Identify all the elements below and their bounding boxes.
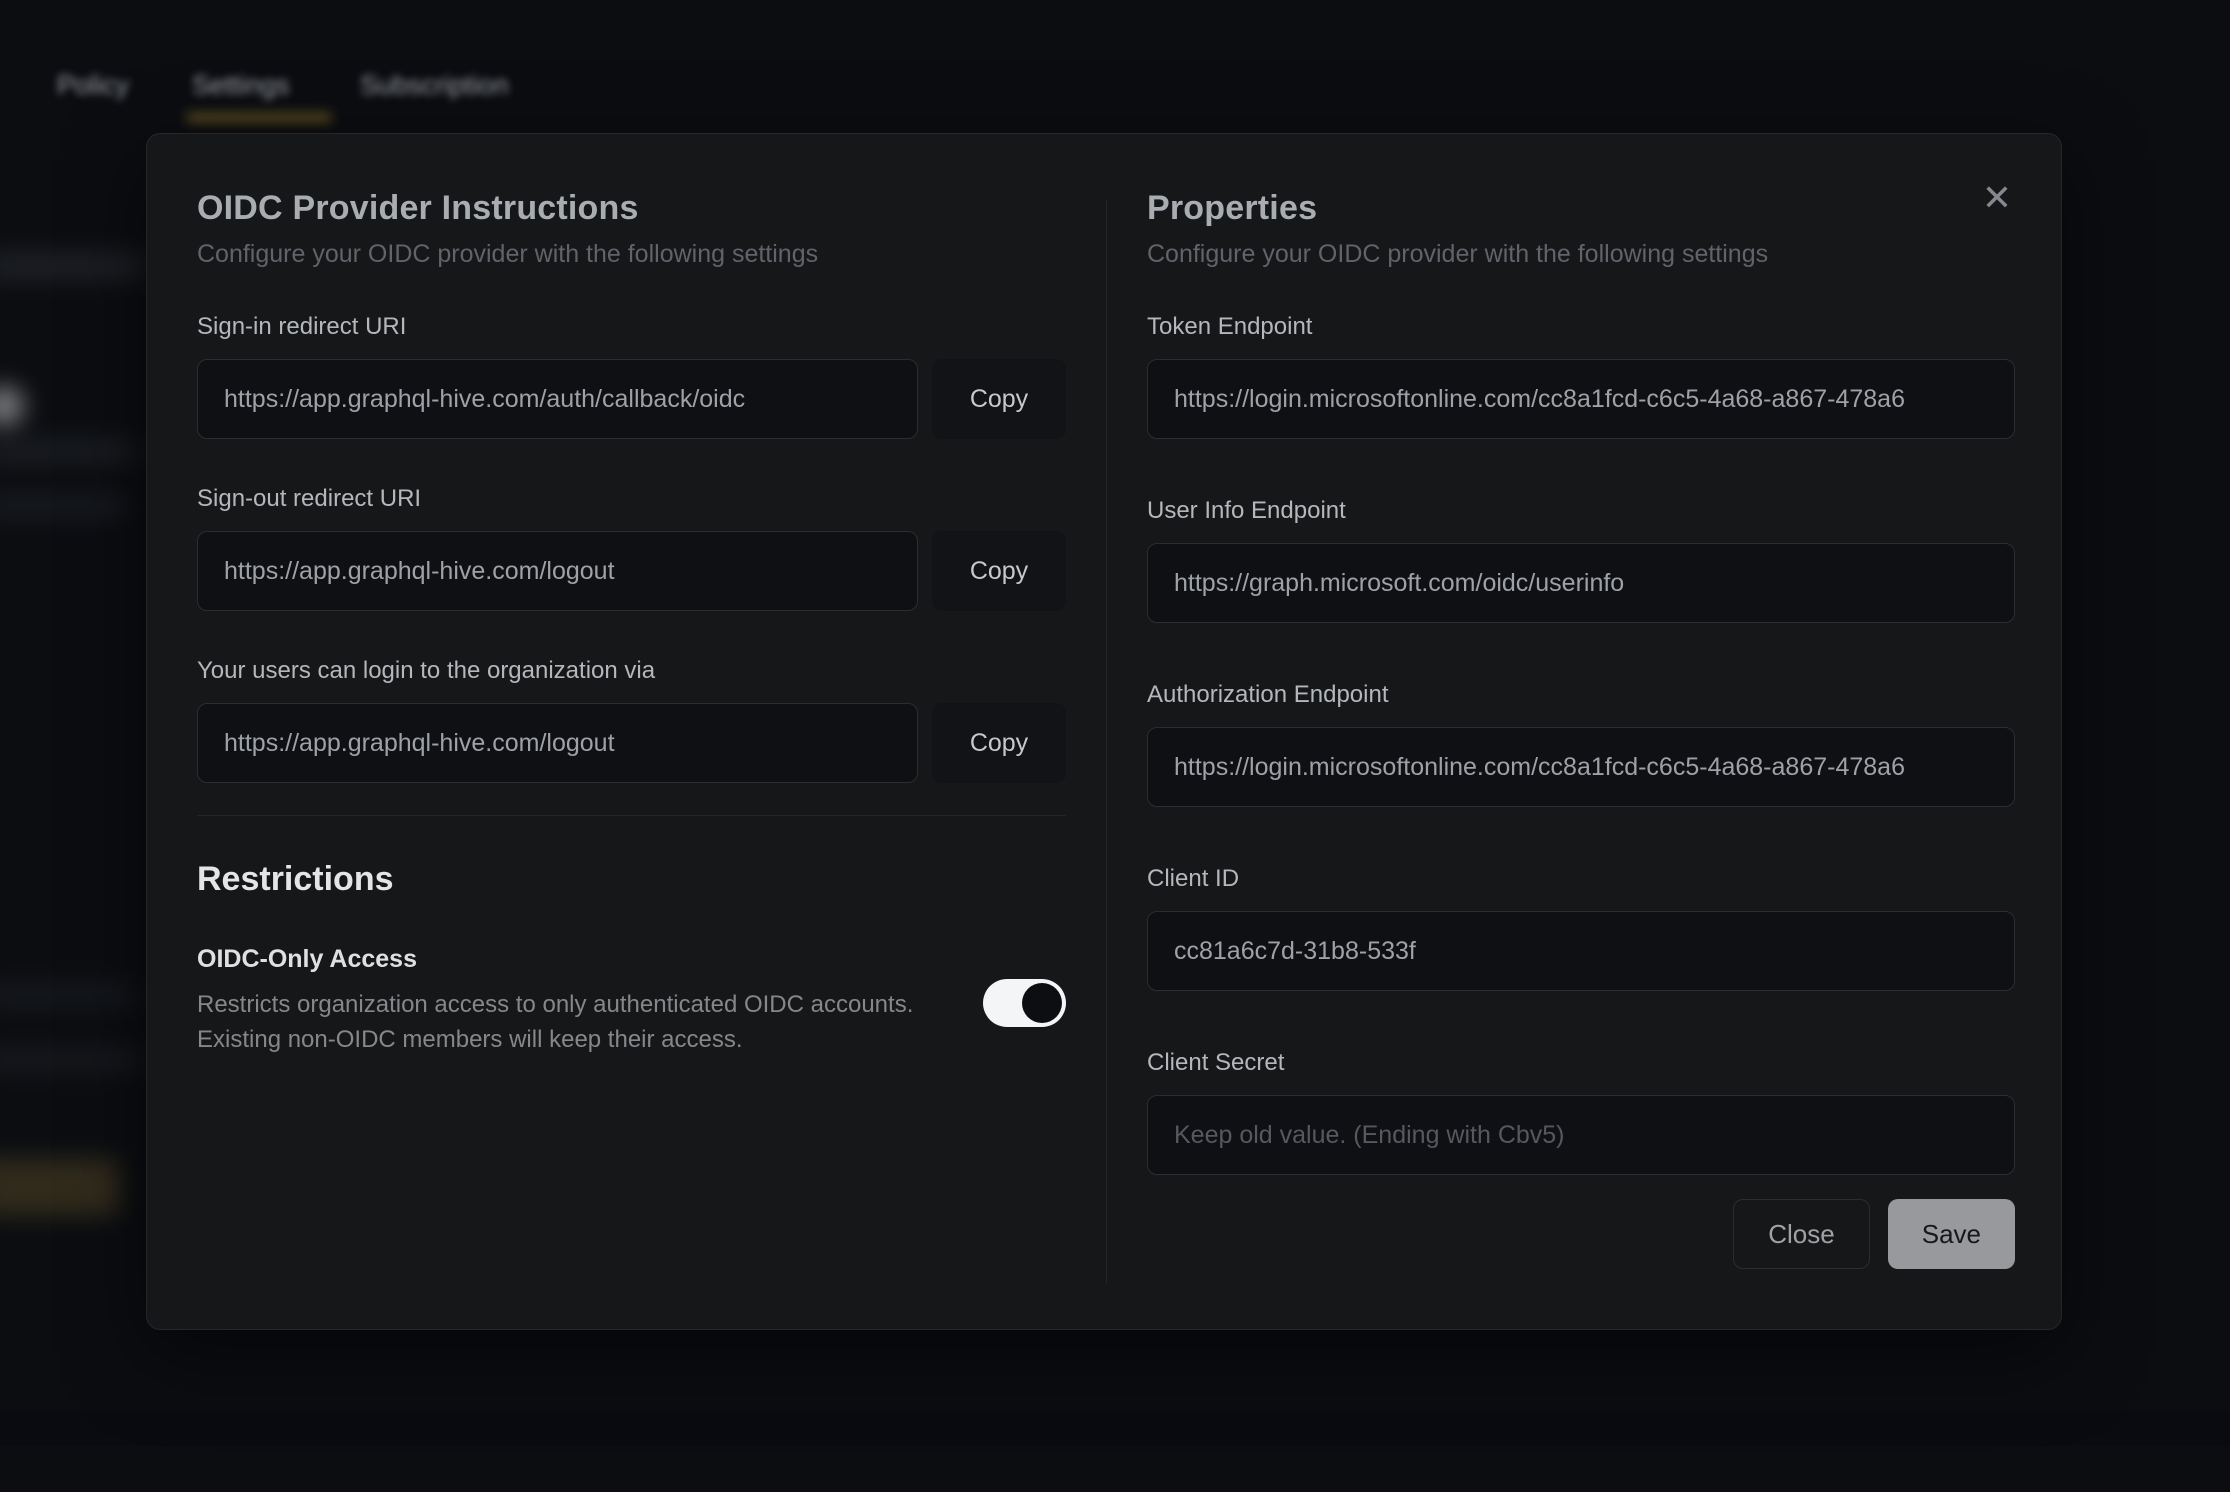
authorization-endpoint-label: Authorization Endpoint — [1147, 681, 2015, 709]
restrictions-divider — [197, 815, 1066, 816]
sign-in-redirect-uri-field: Sign-in redirect URI Copy — [197, 313, 1066, 439]
login-url-label: Your users can login to the organization… — [197, 657, 1066, 685]
blurred-background-text — [0, 982, 136, 1008]
client-secret-field: Client Secret — [1147, 1049, 2015, 1175]
sign-out-redirect-uri-field: Sign-out redirect URI Copy — [197, 485, 1066, 611]
client-id-field: Client ID — [1147, 865, 2015, 991]
blurred-background-text — [0, 494, 126, 518]
token-endpoint-label: Token Endpoint — [1147, 313, 2015, 341]
client-secret-input[interactable] — [1147, 1095, 2015, 1175]
blurred-background-button — [0, 1158, 120, 1216]
restrictions-title: Restrictions — [197, 860, 1066, 899]
tab-settings[interactable]: Settings — [192, 70, 290, 101]
properties-subtitle: Configure your OIDC provider with the fo… — [1147, 240, 2015, 269]
oidc-only-access-row: OIDC-Only Access Restricts organization … — [197, 945, 1066, 1058]
token-endpoint-input[interactable] — [1147, 359, 2015, 439]
client-id-label: Client ID — [1147, 865, 2015, 893]
close-icon[interactable]: ✕ — [1969, 170, 2025, 226]
background-band — [0, 1412, 2230, 1446]
sign-in-redirect-uri-label: Sign-in redirect URI — [197, 313, 1066, 341]
properties-section: Properties Configure your OIDC provider … — [1106, 134, 2061, 1329]
oidc-instructions-section: OIDC Provider Instructions Configure you… — [147, 134, 1106, 1329]
toggle-knob — [1022, 983, 1062, 1023]
oidc-only-access-description-line1: Restricts organization access to only au… — [197, 988, 913, 1023]
blurred-background-text — [0, 252, 146, 280]
client-id-input[interactable] — [1147, 911, 2015, 991]
instructions-title: OIDC Provider Instructions — [197, 189, 1066, 228]
user-info-endpoint-field: User Info Endpoint — [1147, 497, 2015, 623]
tab-subscription[interactable]: Subscription — [360, 70, 509, 101]
oidc-only-access-text: OIDC-Only Access Restricts organization … — [197, 945, 913, 1058]
instructions-subtitle: Configure your OIDC provider with the fo… — [197, 240, 1066, 269]
token-endpoint-field: Token Endpoint — [1147, 313, 2015, 439]
active-tab-underline — [186, 113, 332, 122]
properties-title: Properties — [1147, 189, 2015, 228]
sign-out-copy-button[interactable]: Copy — [932, 531, 1066, 611]
sign-in-copy-button[interactable]: Copy — [932, 359, 1066, 439]
close-button[interactable]: Close — [1733, 1199, 1869, 1269]
oidc-only-access-description-line2: Existing non-OIDC members will keep thei… — [197, 1023, 913, 1058]
authorization-endpoint-field: Authorization Endpoint — [1147, 681, 2015, 807]
blurred-background-text — [0, 438, 136, 464]
blurred-background-dot — [0, 386, 24, 426]
tab-policy[interactable]: Policy — [57, 70, 129, 101]
client-secret-label: Client Secret — [1147, 1049, 2015, 1077]
oidc-only-access-toggle[interactable] — [983, 979, 1066, 1027]
sign-in-redirect-uri-input[interactable] — [197, 359, 918, 439]
save-button[interactable]: Save — [1888, 1199, 2015, 1269]
modal-footer: Close Save — [1147, 1199, 2015, 1269]
sign-out-redirect-uri-input[interactable] — [197, 531, 918, 611]
login-url-copy-button[interactable]: Copy — [932, 703, 1066, 783]
authorization-endpoint-input[interactable] — [1147, 727, 2015, 807]
sign-out-redirect-uri-label: Sign-out redirect URI — [197, 485, 1066, 513]
user-info-endpoint-input[interactable] — [1147, 543, 2015, 623]
blurred-background-text — [0, 1046, 141, 1074]
oidc-settings-modal: ✕ OIDC Provider Instructions Configure y… — [146, 133, 2062, 1330]
user-info-endpoint-label: User Info Endpoint — [1147, 497, 2015, 525]
login-url-field: Your users can login to the organization… — [197, 657, 1066, 783]
column-divider — [1106, 200, 1107, 1283]
login-url-input[interactable] — [197, 703, 918, 783]
oidc-only-access-label: OIDC-Only Access — [197, 945, 913, 974]
